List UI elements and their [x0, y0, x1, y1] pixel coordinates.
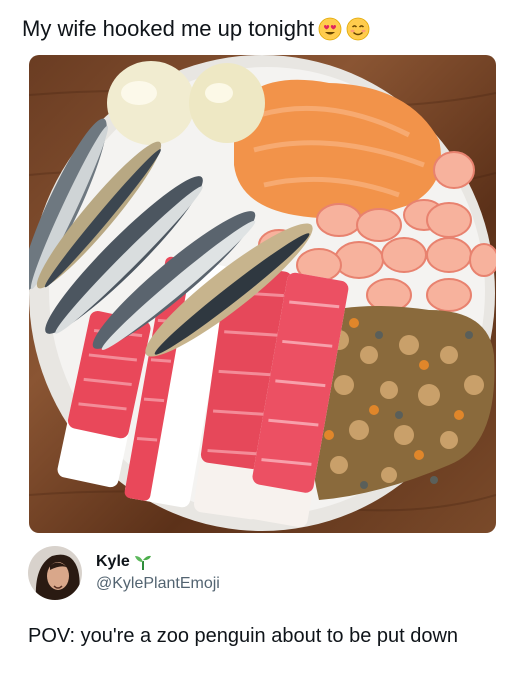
quail-egg-1	[107, 61, 195, 145]
post-photo[interactable]	[29, 55, 496, 533]
food-bowl-photo-icon	[29, 55, 496, 531]
seedling-icon	[134, 555, 151, 570]
reply-text: POV: you're a zoo penguin about to be pu…	[28, 625, 459, 647]
post-caption-row: My wife hooked me up tonight	[22, 12, 370, 46]
avatar[interactable]	[28, 546, 82, 600]
smiling-emoji-icon	[346, 17, 370, 41]
author-name[interactable]: Kyle	[96, 553, 130, 571]
author-handle[interactable]: @KylePlantEmoji	[96, 575, 220, 593]
quail-egg-2	[189, 63, 265, 143]
heart-eyes-emoji-icon	[318, 17, 342, 41]
reply-author[interactable]: Kyle @KylePlantEmoji	[28, 546, 220, 600]
avatar-icon	[28, 546, 82, 600]
post-caption: My wife hooked me up tonight	[22, 16, 315, 41]
